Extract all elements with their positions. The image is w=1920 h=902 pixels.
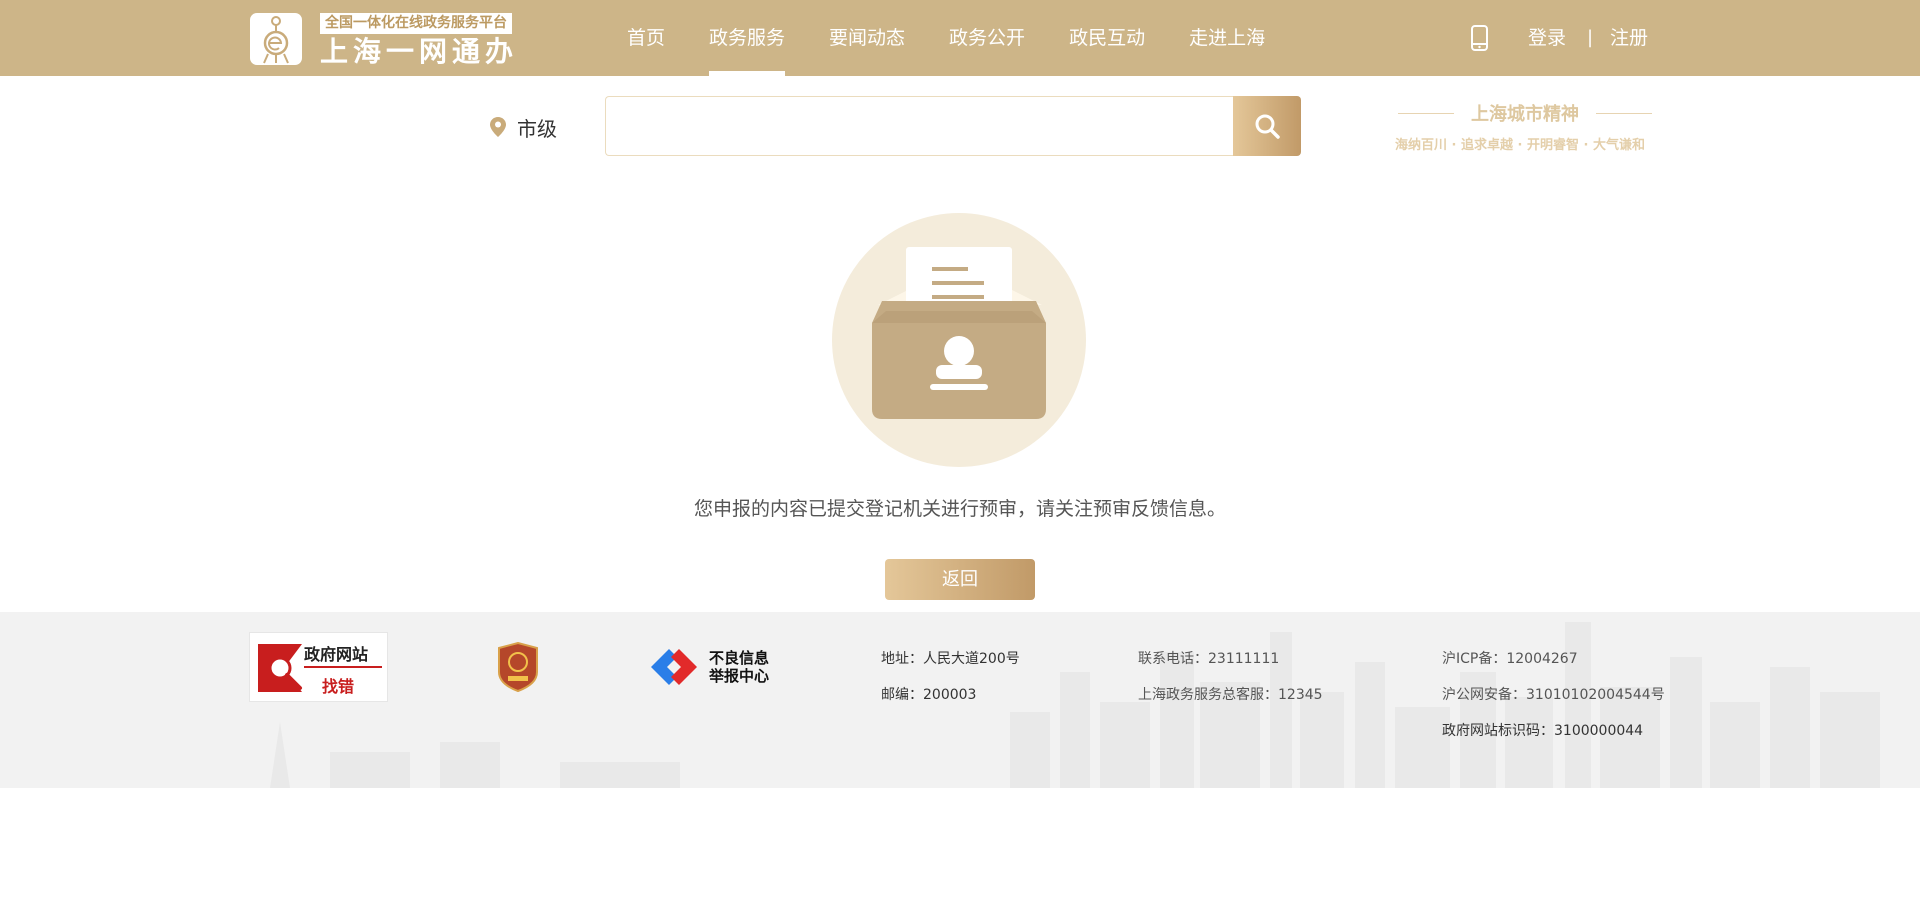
footer-site-id: 政府网站标识码：3100000044 — [1442, 723, 1644, 739]
nav-about-shanghai[interactable]: 走进上海 — [1167, 0, 1287, 76]
location-label: 市级 — [517, 116, 557, 141]
search-input[interactable] — [605, 96, 1234, 156]
nav-home[interactable]: 首页 — [605, 0, 687, 76]
location-selector[interactable]: 市级 — [490, 112, 557, 142]
nav-gov-services[interactable]: 政务服务 — [687, 0, 807, 76]
logo-name: 上海一网通办 — [320, 35, 519, 68]
main-nav: 首页 政务服务 要闻动态 政务公开 政民互动 走进上海 — [605, 0, 1287, 76]
nav-gov-disclosure[interactable]: 政务公开 — [927, 0, 1047, 76]
city-spirit-banner: 上海城市精神 海纳百川 · 追求卓越 · 开明睿智 · 大气谦和 — [1370, 100, 1670, 156]
logo-badge-icon — [250, 13, 302, 65]
submission-status-message: 您申报的内容已提交登记机关进行预审，请关注预审反馈信息。 — [693, 498, 1226, 520]
submitted-folder-illustration — [832, 213, 1086, 467]
back-button[interactable]: 返回 — [885, 559, 1035, 600]
site-logo[interactable]: 全国一体化在线政务服务平台 上海一网通办 — [250, 13, 550, 68]
city-spirit-title: 上海城市精神 — [1471, 104, 1579, 125]
search-button[interactable] — [1233, 96, 1301, 156]
page-footer: 政府网站 找错 不良信息 举报中心 地址：人民大道200号 邮编：200003 … — [0, 612, 1920, 788]
bad-info-report-center-logo[interactable]: 不良信息 举报中心 — [649, 645, 774, 689]
footer-hotline: 上海政务服务总客服：12345 — [1138, 687, 1323, 703]
nav-interaction[interactable]: 政民互动 — [1047, 0, 1167, 76]
report-center-arrow-icon — [651, 649, 697, 685]
footer-icp[interactable]: 沪ICP备：12004267 — [1442, 648, 1578, 668]
location-pin-icon — [490, 117, 506, 137]
nav-news[interactable]: 要闻动态 — [807, 0, 927, 76]
top-header: 全国一体化在线政务服务平台 上海一网通办 首页 政务服务 要闻动态 政务公开 政… — [0, 0, 1920, 76]
gov-site-error-report-logo[interactable]: 政府网站 找错 — [249, 632, 388, 702]
register-link[interactable]: 注册 — [1610, 0, 1648, 76]
logo-tagline: 全国一体化在线政务服务平台 — [320, 13, 512, 34]
mobile-phone-icon[interactable] — [1470, 25, 1489, 51]
footer-police-record[interactable]: 沪公网安备：31010102004544号 — [1442, 684, 1665, 704]
report-center-text: 不良信息 举报中心 — [709, 649, 770, 685]
login-register-separator: | — [1587, 27, 1594, 48]
error-report-logo-line1: 政府网站 — [304, 645, 369, 664]
party-gov-badge-icon[interactable] — [497, 642, 539, 692]
error-report-flag-icon — [258, 644, 302, 692]
error-report-logo-line2: 找错 — [322, 677, 355, 696]
footer-address: 地址：人民大道200号 — [881, 651, 1020, 667]
city-spirit-subtitle: 海纳百川 · 追求卓越 · 开明睿智 · 大气谦和 — [1395, 138, 1645, 153]
footer-postcode: 邮编：200003 — [881, 687, 977, 703]
search-icon — [1255, 114, 1280, 139]
login-link[interactable]: 登录 — [1528, 0, 1566, 76]
footer-phone: 联系电话：23111111 — [1138, 651, 1280, 667]
